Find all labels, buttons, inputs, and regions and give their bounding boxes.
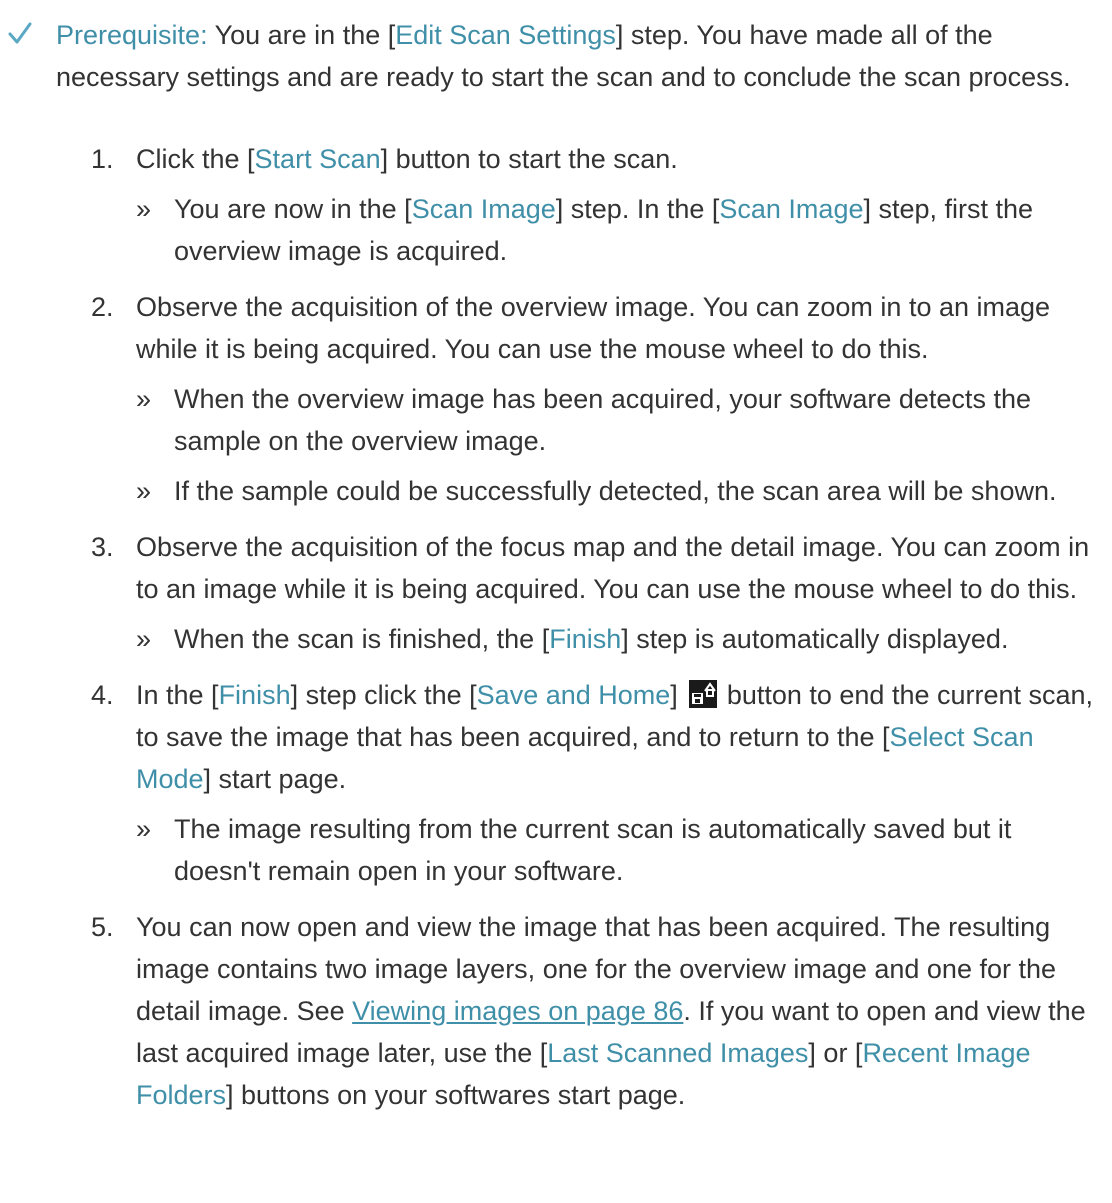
step-list: 1. Click the [Start Scan] button to start… (91, 138, 1104, 1116)
step-item: 5. You can now open and view the image th… (91, 906, 1104, 1116)
result-list: » When the scan is finished, the [Finish]… (136, 618, 1104, 660)
result-item: » When the scan is finished, the [Finish]… (136, 618, 1104, 660)
save-and-home-icon (689, 680, 718, 708)
prerequisite-text-1: You are in the [ (207, 20, 396, 50)
step-instruction-text: ] step click the [ (290, 680, 477, 710)
step-instruction-keyword: Save and Home (476, 680, 671, 710)
prerequisite-label: Prerequisite: (56, 20, 208, 50)
prerequisite-keyword: Edit Scan Settings (395, 20, 616, 50)
step-instruction-keyword: Start Scan (254, 144, 381, 174)
result-marker: » (136, 814, 152, 844)
step-instruction-link[interactable]: Viewing images on page 86 (352, 996, 683, 1026)
result-text: When the scan is finished, the [ (174, 624, 550, 654)
result-keyword: Scan Image (719, 194, 864, 224)
step-item: 3. Observe the acquisition of the focus m… (91, 526, 1104, 660)
step-instruction: Click the [Start Scan] button to start t… (136, 138, 1104, 180)
step-number: 5. (91, 912, 114, 942)
cut-off-heading (0, 0, 1112, 8)
result-text: When the overview image has been acquire… (174, 384, 1031, 456)
result-marker: » (136, 476, 152, 506)
result-item: » You are now in the [Scan Image] step. I… (136, 188, 1104, 272)
result-list: » The image resulting from the current sc… (136, 808, 1104, 892)
prerequisite: Prerequisite: You are in the [Edit Scan … (8, 14, 1096, 98)
result-marker: » (136, 194, 152, 224)
step-instruction-text: ] button to start the scan. (380, 144, 678, 174)
step-instruction-text: ] buttons on your softwares start page. (226, 1080, 686, 1110)
step-instruction-text: Click the [ (136, 144, 255, 174)
result-keyword: Scan Image (411, 194, 556, 224)
step-item: 4. In the [Finish] step click the [Save a… (91, 674, 1104, 892)
result-item: » If the sample could be successfully det… (136, 470, 1104, 512)
step-instruction-text: In the [ (136, 680, 219, 710)
step-instruction-keyword: Last Scanned Images (547, 1038, 809, 1068)
step-number: 3. (91, 532, 114, 562)
step-instruction-text: Observe the acquisition of the overview … (136, 292, 1051, 364)
result-text: You are now in the [ (174, 194, 412, 224)
result-item: » When the overview image has been acquir… (136, 378, 1104, 462)
step-instruction: You can now open and view the image that… (136, 906, 1104, 1116)
step-item: 1. Click the [Start Scan] button to start… (91, 138, 1104, 272)
step-instruction: Observe the acquisition of the overview … (136, 286, 1104, 370)
result-marker: » (136, 624, 152, 654)
result-text: ] step. In the [ (555, 194, 720, 224)
step-number: 4. (91, 680, 114, 710)
step-instruction: Observe the acquisition of the focus map… (136, 526, 1104, 610)
step-number: 1. (91, 144, 114, 174)
step-instruction-text: ] (670, 680, 686, 710)
step-instruction-text: Observe the acquisition of the focus map… (136, 532, 1090, 604)
result-item: » The image resulting from the current sc… (136, 808, 1104, 892)
step-instruction-text: ] or [ (808, 1038, 863, 1068)
step-item: 2. Observe the acquisition of the overvie… (91, 286, 1104, 512)
checkmark-icon (8, 18, 32, 48)
result-text: ] step is automatically displayed. (621, 624, 1009, 654)
step-instruction-text: ] start page. (203, 764, 347, 794)
step-number: 2. (91, 292, 114, 322)
result-text: The image resulting from the current sca… (174, 814, 1012, 886)
result-text: If the sample could be successfully dete… (174, 476, 1057, 506)
step-instruction-keyword: Finish (218, 680, 291, 710)
result-keyword: Finish (549, 624, 622, 654)
step-instruction: In the [Finish] step click the [Save and… (136, 674, 1104, 800)
result-marker: » (136, 384, 152, 414)
result-list: » When the overview image has been acquir… (136, 378, 1104, 512)
result-list: » You are now in the [Scan Image] step. I… (136, 188, 1104, 272)
